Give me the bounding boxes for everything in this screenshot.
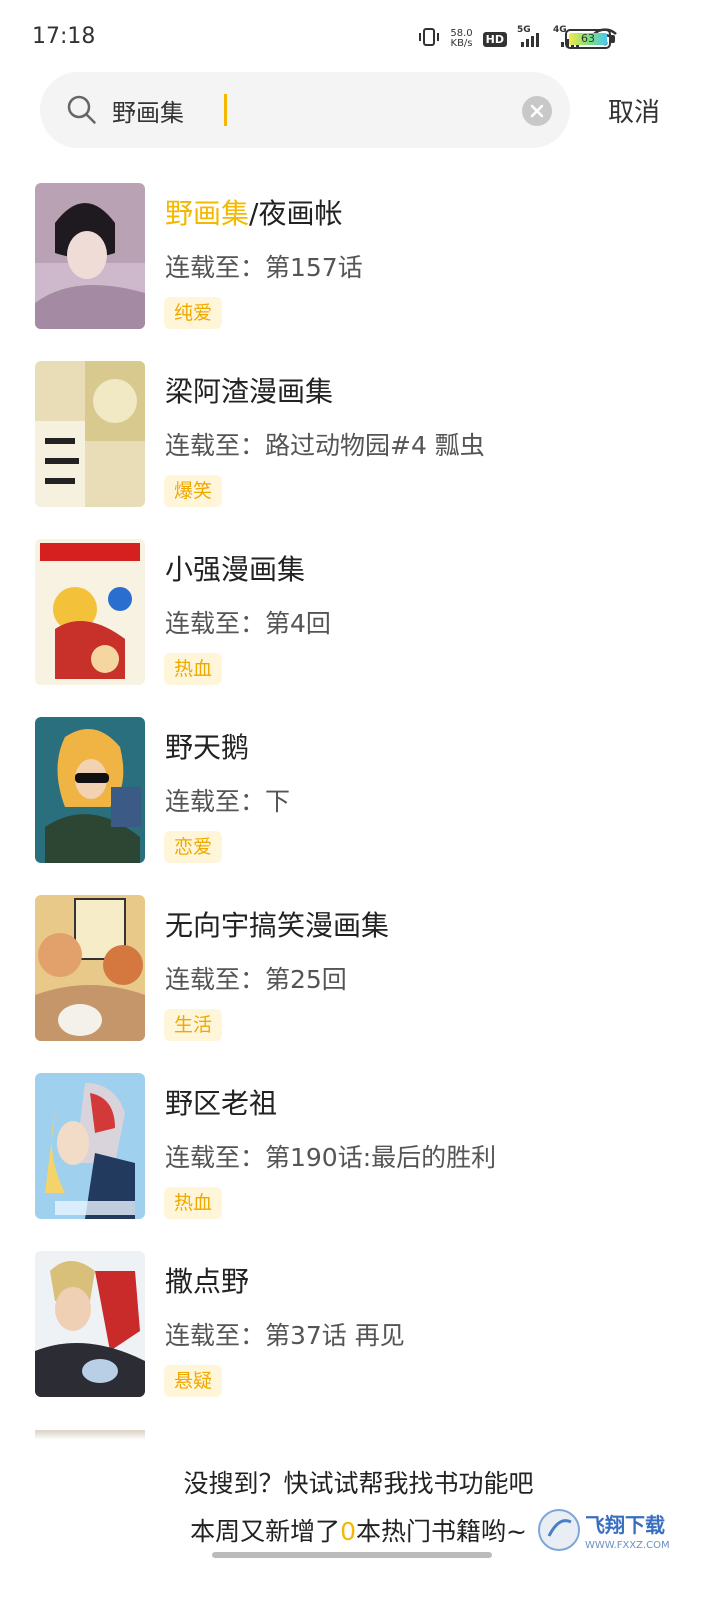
result-item[interactable]: 无向宇搞笑漫画集 连载至：第25回 生活 [0,892,717,1070]
comic-title[interactable]: 野天鹅 [165,726,249,766]
comic-update-status: 连载至：第190话:最后的胜利 [165,1143,497,1172]
genre-tag: 纯爱 [164,297,223,329]
comic-title[interactable]: 梁阿渣漫画集 [165,370,333,410]
comic-cover[interactable] [35,539,145,685]
find-book-footer[interactable]: 没搜到？快试试帮我找书功能吧 本周又新增了0本热门书籍哟~ 飞翔下载 WWW.F… [0,1440,717,1600]
comic-cover[interactable] [35,361,145,507]
network-speed: 58.0 KB/s [450,28,473,49]
comic-update-status: 连载至：下 [165,787,291,816]
comic-title[interactable]: 野区老祖 [165,1082,277,1122]
find-book-prompt[interactable]: 没搜到？快试试帮我找书功能吧 [0,1464,717,1500]
watermark-logo: 飞翔下载 WWW.FXXZ.COM [537,1506,697,1554]
search-input[interactable] [112,90,512,130]
result-item[interactable]: 小强漫画集 连载至：第4回 热血 [0,536,717,714]
comic-title[interactable]: 小强漫画集 [165,548,305,588]
comic-title[interactable]: 野画集/夜画帐 [165,192,342,232]
result-item[interactable]: 野区老祖 连载至：第190话:最后的胜利 热血 [0,1070,717,1248]
genre-tag: 恋爱 [164,831,223,863]
vibrate-icon [418,28,440,50]
svg-text:WWW.FXXZ.COM: WWW.FXXZ.COM [585,1540,670,1551]
battery-tip [611,35,615,43]
genre-tag: 悬疑 [164,1365,223,1397]
result-item[interactable]: 野天鹅 连载至：下 恋爱 [0,714,717,892]
genre-tag: 爆笑 [164,475,223,507]
search-icon [66,94,98,126]
search-box[interactable] [40,72,570,148]
comic-cover[interactable] [35,183,145,329]
comic-title[interactable]: 无向宇搞笑漫画集 [165,904,389,944]
genre-tag: 热血 [164,1187,223,1219]
clear-icon[interactable] [522,96,552,126]
comic-cover[interactable] [35,717,145,863]
battery-icon: 63 [565,29,611,49]
result-item[interactable]: 梁阿渣漫画集 连载至：路过动物园#4 瓢虫 爆笑 [0,358,717,536]
comic-update-status: 连载至：第4回 [165,609,331,638]
comic-update-status: 连载至：第157话 [165,253,363,282]
comic-title[interactable]: 撒点野 [165,1260,249,1300]
text-cursor [224,94,227,126]
comic-cover[interactable] [35,1073,145,1219]
genre-tag: 热血 [164,653,223,685]
comic-update-status: 连载至：第37话 再见 [165,1321,405,1350]
comic-update-status: 连载至：路过动物园#4 瓢虫 [165,431,485,460]
result-item[interactable]: 野画集/夜画帐 连载至：第157话 纯爱 [0,180,717,358]
hd-badge: HD [482,31,507,47]
home-indicator[interactable] [212,1552,492,1558]
partial-next-cover [35,1430,145,1440]
status-bar: 17:18 58.0 KB/s HD 5G 4G 63 [0,0,717,70]
genre-tag: 生活 [164,1009,223,1041]
result-item[interactable]: 撒点野 连载至：第37话 再见 悬疑 [0,1248,717,1426]
comic-update-status: 连载至：第25回 [165,965,347,994]
cancel-button[interactable]: 取消 [608,92,660,129]
comic-cover[interactable] [35,1251,145,1397]
search-results-list: 野画集/夜画帐 连载至：第157话 纯爱 梁阿渣漫画集 连载至：路过动物园#4 … [0,180,717,1426]
status-time: 17:18 [32,24,96,49]
signal-5g-icon: 5G [517,25,543,47]
comic-cover[interactable] [35,895,145,1041]
svg-text:飞翔下载: 飞翔下载 [585,1513,665,1537]
